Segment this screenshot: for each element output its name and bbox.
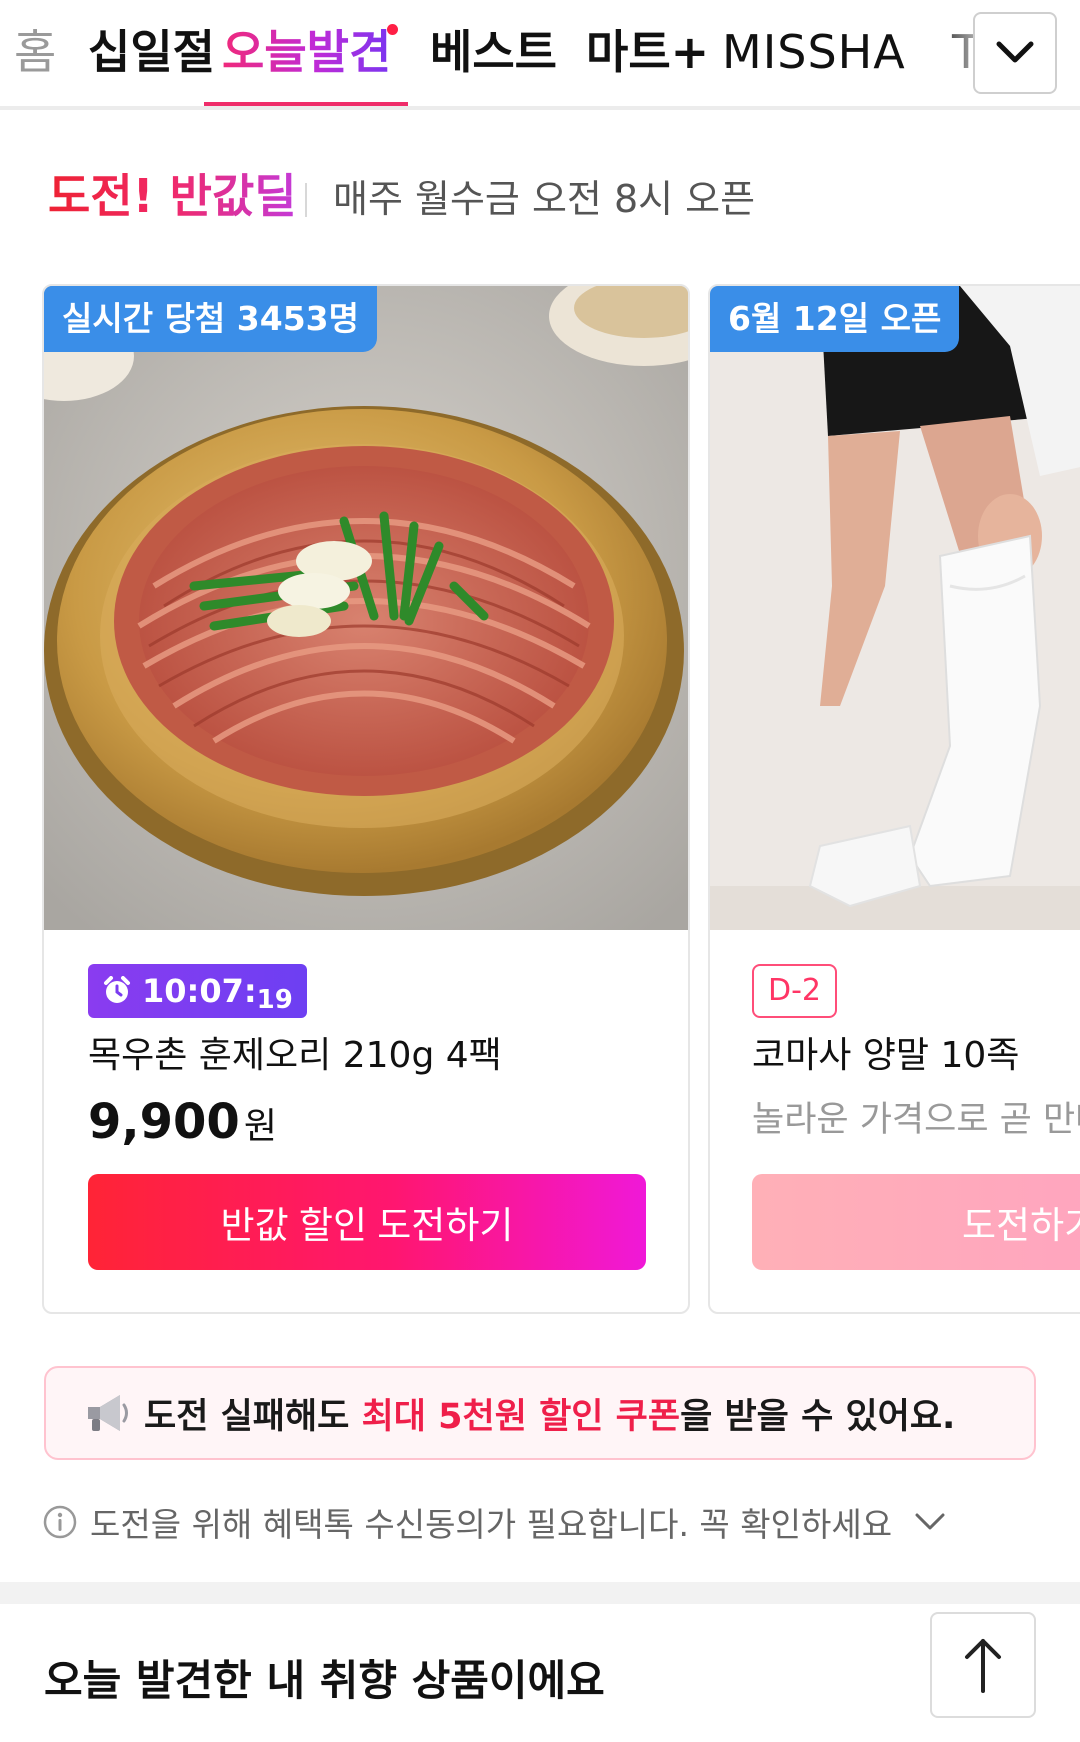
section-title: 도전! 반값딜 [48,169,297,223]
category-tab-bar: 홈 십일절 오늘발견 베스트 마트+ MISSHA T [0,0,1080,110]
coupon-text-pre: 도전 실패해도 [144,1396,362,1437]
product-image-smoked-duck[interactable]: 실시간 당첨 3453명 [44,286,688,930]
coupon-text-highlight: 최대 5천원 할인 쿠폰 [361,1396,681,1437]
price-value: 9,900 [88,1094,240,1150]
consent-notice-text: 도전을 위해 혜택톡 수신동의가 필요합니다. 꼭 확인하세요 [90,1505,893,1544]
tab-mart-plus[interactable]: 마트+ [586,20,709,90]
megaphone-icon [88,1395,128,1431]
product-image-socks[interactable]: 6월 12일 오픈 [710,286,1080,930]
challenge-button-disabled[interactable]: 도전하기 [752,1174,1080,1270]
section-divider [305,183,307,217]
smoked-duck-illustration [44,286,688,930]
tab-missha[interactable]: MISSHA [722,20,906,90]
timer-seconds: 19 [256,985,293,1015]
coming-soon-teaser: 놀라운 가격으로 곧 만나요 [752,1100,1080,1140]
tab-home[interactable]: 홈 [14,20,56,90]
active-tab-underline [204,102,408,106]
half-price-challenge-button[interactable]: 반값 할인 도전하기 [88,1174,646,1270]
open-date-badge: 6월 12일 오픈 [710,286,960,352]
countdown-timer: 10:07:19 [88,964,307,1018]
info-icon [43,1505,77,1539]
price-currency: 원 [243,1106,277,1147]
chevron-down-icon [996,41,1034,63]
product-price: 9,900 원 [88,1092,277,1157]
tab-today-discovery[interactable]: 오늘발견 [222,20,391,90]
expand-tabs-button[interactable] [973,12,1057,94]
scroll-to-top-button[interactable] [930,1612,1036,1718]
recommendation-section-title: 오늘 발견한 내 취향 상품이에요 [44,1656,605,1705]
socks-illustration [710,286,1080,930]
consent-notice[interactable]: 도전을 위해 혜택톡 수신동의가 필요합니다. 꼭 확인하세요 [42,1498,946,1546]
arrow-up-icon [965,1639,1001,1693]
coupon-message: 도전 실패해도 최대 5천원 할인 쿠폰을 받을 수 있어요. [144,1388,955,1439]
timer-main: 10:07: [142,972,257,1010]
section-subtitle: 매주 월수금 오전 8시 오픈 [333,177,756,221]
tab-best[interactable]: 베스트 [430,20,557,90]
chevron-down-icon[interactable] [914,1512,946,1532]
realtime-winners-badge: 실시간 당첨 3453명 [44,286,377,352]
tab-11-day[interactable]: 십일절 [88,20,215,90]
deal-card-smoked-duck[interactable]: 실시간 당첨 3453명 10:07:19 목우촌 훈제오리 210g 4팩 9… [42,284,690,1314]
coupon-info-banner[interactable]: 도전 실패해도 최대 5천원 할인 쿠폰을 받을 수 있어요. [44,1366,1036,1460]
d-day-badge: D-2 [752,964,838,1018]
product-name[interactable]: 목우촌 훈제오리 210g 4팩 [88,1032,502,1080]
product-name[interactable]: 코마사 양말 10족 [752,1032,1019,1080]
coupon-text-post: 을 받을 수 있어요. [680,1396,956,1437]
deal-card-socks[interactable]: 6월 12일 오픈 D-2 코마사 양말 10족 놀라운 가격으로 곧 만나요 … [708,284,1080,1314]
new-dot-indicator [387,24,398,35]
alarm-clock-icon [104,976,130,1003]
section-divider-band [0,1582,1080,1604]
